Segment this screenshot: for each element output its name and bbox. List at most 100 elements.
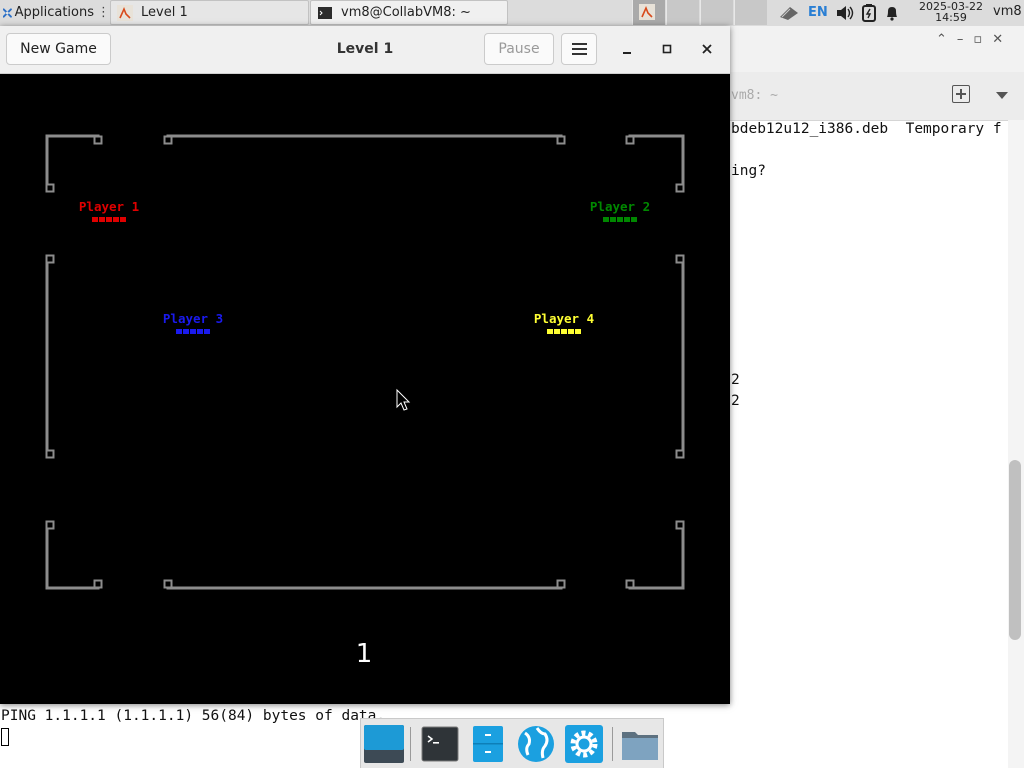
xfce-logo-icon xyxy=(3,7,12,18)
trail-block xyxy=(190,329,196,334)
wall-node xyxy=(675,183,685,193)
workspace-2[interactable] xyxy=(666,0,699,25)
close-button[interactable] xyxy=(697,39,717,59)
trail-block xyxy=(204,329,210,334)
keyboard-layout-indicator[interactable]: EN xyxy=(808,5,828,20)
minimize-button[interactable] xyxy=(617,39,637,59)
applications-menu[interactable]: Applications ⋮ xyxy=(0,0,110,25)
terminal-cursor xyxy=(1,728,9,746)
arena-wall xyxy=(680,257,685,456)
dock-web-browser[interactable] xyxy=(515,724,557,764)
volume-icon[interactable] xyxy=(836,5,854,21)
players-layer: Player 1 Player 2 Player 3 Player 4 xyxy=(79,199,650,334)
terminal-close-icon[interactable]: ✕ xyxy=(992,32,1003,47)
tron-game-icon xyxy=(639,4,655,20)
terminal-output-line: bdeb12u12_i386.deb Temporary f xyxy=(731,121,1002,137)
workspace-3[interactable] xyxy=(700,0,733,25)
window-title: Level 1 xyxy=(336,41,394,57)
wall-node xyxy=(625,579,635,589)
player-4-label: Player 4 xyxy=(534,311,594,326)
chevron-down-icon[interactable] xyxy=(996,92,1008,99)
terminal-tab-title[interactable]: vm8: ~ xyxy=(731,88,778,103)
player-2-label: Player 2 xyxy=(590,199,650,214)
tron-game-icon xyxy=(117,4,133,21)
dock-terminal[interactable] xyxy=(419,724,461,764)
game-board[interactable]: Player 1 Player 2 Player 3 Player 4 1 xyxy=(0,74,730,704)
terminal-scrollbar[interactable] xyxy=(1008,120,1024,768)
wall-node xyxy=(163,135,173,145)
terminal-minimize-icon[interactable]: – xyxy=(957,32,964,47)
clock-time: 14:59 xyxy=(935,11,967,24)
taskbar-item-terminal[interactable]: vm8@CollabVM8: ~ xyxy=(310,0,508,25)
trail-block xyxy=(106,217,112,222)
gear-icon xyxy=(565,725,603,763)
main-menu-button[interactable] xyxy=(561,33,597,65)
workspace-4[interactable] xyxy=(734,0,767,25)
system-tray: EN xyxy=(778,0,908,25)
trail-block xyxy=(617,217,623,222)
clock[interactable]: 2025-03-22 14:59 xyxy=(916,1,986,23)
arena-walls xyxy=(45,134,685,590)
menu-grip-icon: ⋮ xyxy=(97,5,110,20)
trail-block xyxy=(92,217,98,222)
game-window: New Game Level 1 Pause Player 1 Player 2… xyxy=(0,26,730,704)
taskbar-item-level1[interactable]: Level 1 xyxy=(110,0,309,25)
player-1-label: Player 1 xyxy=(79,199,139,214)
trail-block xyxy=(631,217,637,222)
level-counter: 1 xyxy=(356,639,373,669)
trail-block xyxy=(113,217,119,222)
trail-block xyxy=(197,329,203,334)
dock-show-desktop[interactable] xyxy=(363,724,405,764)
trail-block xyxy=(603,217,609,222)
maximize-icon xyxy=(662,44,672,54)
terminal-scrollbar-thumb[interactable] xyxy=(1009,460,1021,640)
pause-button[interactable]: Pause xyxy=(484,33,554,65)
trail-block xyxy=(561,329,567,334)
user-menu[interactable]: vm8 xyxy=(993,4,1022,19)
maximize-button[interactable] xyxy=(657,39,677,59)
trail-block xyxy=(554,329,560,334)
wall-node xyxy=(93,135,103,145)
new-tab-icon[interactable] xyxy=(952,85,970,103)
wall-node xyxy=(45,449,55,459)
notification-bell-icon[interactable] xyxy=(884,5,900,21)
trail-block xyxy=(176,329,182,334)
trail-block xyxy=(99,217,105,222)
show-desktop-icon xyxy=(364,725,404,763)
dock-file-manager[interactable] xyxy=(467,724,509,764)
dock-home-folder[interactable] xyxy=(619,724,661,764)
terminal-maximize-icon[interactable]: ▫ xyxy=(973,32,982,47)
applications-menu-label: Applications xyxy=(14,5,94,20)
wall-node xyxy=(93,579,103,589)
network-icon[interactable] xyxy=(778,5,800,21)
wall-node xyxy=(45,183,55,193)
terminal-output-line: ing? xyxy=(731,163,766,179)
battery-icon[interactable] xyxy=(861,3,876,22)
arena-wall xyxy=(166,134,563,140)
folder-icon xyxy=(622,732,658,760)
wall-node xyxy=(556,135,566,145)
arena-wall xyxy=(628,134,685,190)
player-4-trail xyxy=(547,329,581,334)
arena-wall xyxy=(628,523,685,590)
arena-wall xyxy=(166,584,563,590)
minimize-icon xyxy=(623,52,631,54)
trail-block xyxy=(183,329,189,334)
trail-block xyxy=(120,217,126,222)
terminal-output-line: 2 xyxy=(731,393,740,409)
taskbar-item-label: vm8@CollabVM8: ~ xyxy=(341,5,471,20)
workspace-1[interactable] xyxy=(632,0,665,25)
dock-separator xyxy=(410,727,411,761)
wall-node xyxy=(163,579,173,589)
new-game-button[interactable]: New Game xyxy=(6,33,111,65)
trail-block xyxy=(610,217,616,222)
player-3-label: Player 3 xyxy=(163,311,223,326)
top-panel: Applications ⋮ Level 1 vm8@CollabVM8: ~ … xyxy=(0,0,1024,27)
terminal-ping-line: PING 1.1.1.1 (1.1.1.1) 56(84) bytes of d… xyxy=(1,708,386,724)
file-cabinet-icon xyxy=(473,726,503,762)
mouse-cursor-icon xyxy=(396,388,411,411)
terminal-icon xyxy=(421,726,459,762)
dock-settings[interactable] xyxy=(563,724,605,764)
terminal-restore-icon[interactable]: ⌃ xyxy=(936,32,947,47)
game-headerbar: New Game Level 1 Pause xyxy=(0,26,730,74)
